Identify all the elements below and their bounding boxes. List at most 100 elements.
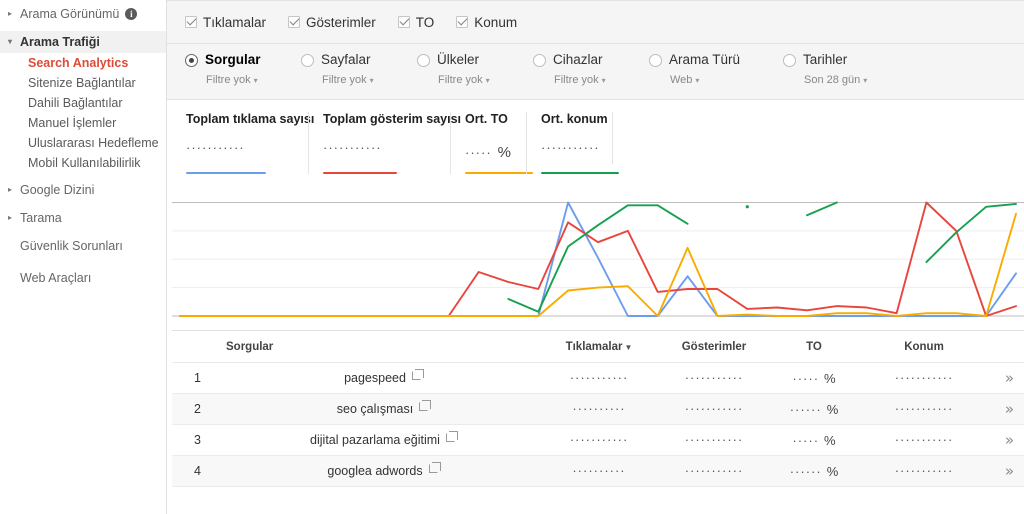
radio-icon bbox=[533, 54, 546, 67]
cell-impressions: ··········· bbox=[659, 455, 769, 487]
radio-option-dates[interactable]: Tarihler Son 28 gün ▾ bbox=[783, 52, 923, 86]
checkbox-clicks[interactable]: Tıklamalar bbox=[185, 15, 266, 30]
cell-clicks: ··········· bbox=[539, 362, 659, 394]
cell-ctr: ······% bbox=[769, 455, 859, 487]
checkbox-impressions[interactable]: Gösterimler bbox=[288, 15, 376, 30]
table-row[interactable]: 2 seo çalışması ·········· ··········· ·… bbox=[172, 393, 1024, 425]
external-link-icon[interactable] bbox=[445, 430, 458, 442]
cell-position: ··········· bbox=[859, 362, 989, 394]
value-redacted: ··········· bbox=[684, 436, 744, 444]
column-header-impressions[interactable]: Gösterimler bbox=[659, 331, 769, 363]
sidebar-group-label: Arama Görünümü bbox=[20, 7, 120, 21]
chevron-down-icon: ▾ bbox=[863, 76, 868, 85]
checkmark-icon bbox=[185, 16, 197, 28]
value-redacted: ··········· bbox=[894, 436, 954, 444]
card-value-redacted: ··········· bbox=[541, 144, 598, 152]
card-title: Ort. konum bbox=[541, 112, 608, 126]
filter-dropdown-countries[interactable]: Filtre yok ▾ bbox=[437, 74, 490, 86]
info-icon[interactable]: i bbox=[125, 8, 138, 20]
card-title: Toplam tıklama sayısı bbox=[186, 112, 315, 126]
metrics-line-chart[interactable] bbox=[172, 180, 1024, 330]
radio-option-countries[interactable]: Ülkeler Filtre yok ▾ bbox=[417, 52, 533, 86]
sidebar-group-search-appearance[interactable]: ▸ Arama Görünümü i bbox=[0, 3, 166, 25]
cell-query[interactable]: pagespeed bbox=[214, 362, 539, 394]
value-redacted: ··········· bbox=[569, 374, 629, 382]
expand-row-icon[interactable]: » bbox=[1005, 462, 1014, 480]
expand-row-icon[interactable]: » bbox=[1005, 400, 1014, 418]
card-value-row: ····· % bbox=[465, 144, 512, 161]
sidebar-group-google-index[interactable]: ▸ Google Dizini bbox=[0, 179, 166, 201]
filter-dropdown-dates[interactable]: Son 28 gün ▾ bbox=[803, 74, 867, 86]
sidebar-item-international-targeting[interactable]: Uluslararası Hedefleme bbox=[0, 133, 166, 153]
radio-icon bbox=[301, 54, 314, 67]
radio-label: Arama Türü bbox=[669, 52, 741, 67]
table-row[interactable]: 4 googlea adwords ·········· ···········… bbox=[172, 455, 1024, 487]
value-redacted: ··········· bbox=[684, 405, 744, 413]
external-link-icon[interactable] bbox=[428, 461, 441, 473]
summary-cards: Toplam tıklama sayısı ··········· Toplam… bbox=[167, 100, 1024, 180]
chevron-down-icon: ▾ bbox=[8, 37, 13, 46]
value-redacted: ··········· bbox=[894, 467, 954, 475]
chevron-down-icon: ▾ bbox=[369, 76, 374, 85]
percent-sign: % bbox=[824, 370, 836, 386]
radio-option-devices[interactable]: Cihazlar Filtre yok ▾ bbox=[533, 52, 649, 86]
cell-expand[interactable]: » bbox=[989, 424, 1024, 456]
sidebar-group-label: Tarama bbox=[20, 211, 62, 225]
radio-label: Sayfalar bbox=[321, 52, 371, 67]
cell-query[interactable]: seo çalışması bbox=[214, 393, 539, 425]
column-header-position[interactable]: Konum bbox=[859, 331, 989, 363]
expand-row-icon[interactable]: » bbox=[1005, 431, 1014, 449]
external-link-icon[interactable] bbox=[411, 368, 424, 380]
sidebar-item-manual-actions[interactable]: Manuel İşlemler bbox=[0, 113, 166, 133]
checkmark-icon bbox=[397, 16, 410, 28]
table-row[interactable]: 3 dijital pazarlama eğitimi ··········· … bbox=[172, 424, 1024, 456]
sidebar-item-mobile-usability[interactable]: Mobil Kullanılabilirlik bbox=[0, 153, 166, 173]
percent-sign: % bbox=[826, 463, 839, 479]
cell-query[interactable]: googlea adwords bbox=[214, 455, 539, 487]
queries-data-table: Sorgular Tıklamalar ▼ Gösterimler TO Konu… bbox=[172, 331, 1024, 487]
chevron-right-icon: ▸ bbox=[8, 185, 13, 194]
cell-expand[interactable]: » bbox=[989, 455, 1024, 487]
table-row[interactable]: 1 pagespeed ··········· ··········· ····… bbox=[172, 362, 1024, 394]
sidebar-item-web-tools[interactable]: Web Araçları bbox=[0, 267, 166, 289]
dimension-selector-bar: Sorgular Filtre yok ▾ Sayfalar Filtre yok… bbox=[167, 44, 1024, 100]
filter-dropdown-queries[interactable]: Filtre yok ▾ bbox=[205, 74, 261, 86]
column-header-clicks[interactable]: Tıklamalar ▼ bbox=[539, 331, 659, 363]
filter-value: Filtre yok bbox=[554, 74, 599, 86]
chevron-down-icon: ▾ bbox=[253, 76, 258, 85]
column-header-ctr[interactable]: TO bbox=[769, 331, 859, 363]
checkbox-ctr[interactable]: TO bbox=[397, 15, 434, 30]
card-accent-underline bbox=[186, 171, 266, 174]
radio-option-queries[interactable]: Sorgular Filtre yok ▾ bbox=[185, 52, 301, 86]
external-link-icon[interactable] bbox=[419, 399, 432, 411]
filter-dropdown-pages[interactable]: Filtre yok ▾ bbox=[321, 74, 374, 86]
radio-label: Tarihler bbox=[803, 52, 848, 67]
sidebar-item-internal-links[interactable]: Dahili Bağlantılar bbox=[0, 93, 166, 113]
sidebar-item-search-analytics[interactable]: Search Analytics bbox=[0, 53, 166, 73]
radio-option-search-type[interactable]: Arama Türü Web ▾ bbox=[649, 52, 783, 86]
sidebar-item-links-to-your-site[interactable]: Sitenize Bağlantılar bbox=[0, 73, 166, 93]
filter-dropdown-search-type[interactable]: Web ▾ bbox=[669, 74, 740, 86]
summary-card-total-clicks[interactable]: Toplam tıklama sayısı ··········· bbox=[172, 112, 315, 174]
radio-label: Sorgular bbox=[205, 52, 261, 67]
value-redacted: ····· bbox=[792, 436, 820, 445]
radio-option-pages[interactable]: Sayfalar Filtre yok ▾ bbox=[301, 52, 417, 86]
cell-expand[interactable]: » bbox=[989, 362, 1024, 394]
card-value-redacted: ··········· bbox=[323, 144, 382, 152]
cell-expand[interactable]: » bbox=[989, 393, 1024, 425]
cell-query[interactable]: dijital pazarlama eğitimi bbox=[214, 424, 539, 456]
sidebar-group-search-traffic[interactable]: ▾ Arama Trafiği bbox=[0, 31, 166, 53]
summary-card-total-impressions[interactable]: Toplam gösterim sayısı ··········· bbox=[308, 112, 461, 174]
sidebar-item-security-issues[interactable]: Güvenlik Sorunları bbox=[0, 235, 166, 257]
summary-card-avg-position[interactable]: Ort. konum ··········· bbox=[526, 112, 619, 174]
sidebar-group-crawl[interactable]: ▸ Tarama bbox=[0, 207, 166, 229]
column-header-dimension[interactable]: Sorgular bbox=[214, 331, 539, 363]
filter-dropdown-devices[interactable]: Filtre yok ▾ bbox=[553, 74, 606, 86]
radio-icon bbox=[649, 54, 662, 67]
filter-value: Son 28 gün bbox=[804, 74, 861, 86]
checkbox-position[interactable]: Konum bbox=[456, 15, 517, 30]
percent-sign: % bbox=[826, 401, 839, 417]
filter-value: Web bbox=[670, 74, 693, 86]
summary-card-avg-ctr[interactable]: Ort. TO ····· % bbox=[450, 112, 533, 174]
expand-row-icon[interactable]: » bbox=[1005, 369, 1014, 387]
